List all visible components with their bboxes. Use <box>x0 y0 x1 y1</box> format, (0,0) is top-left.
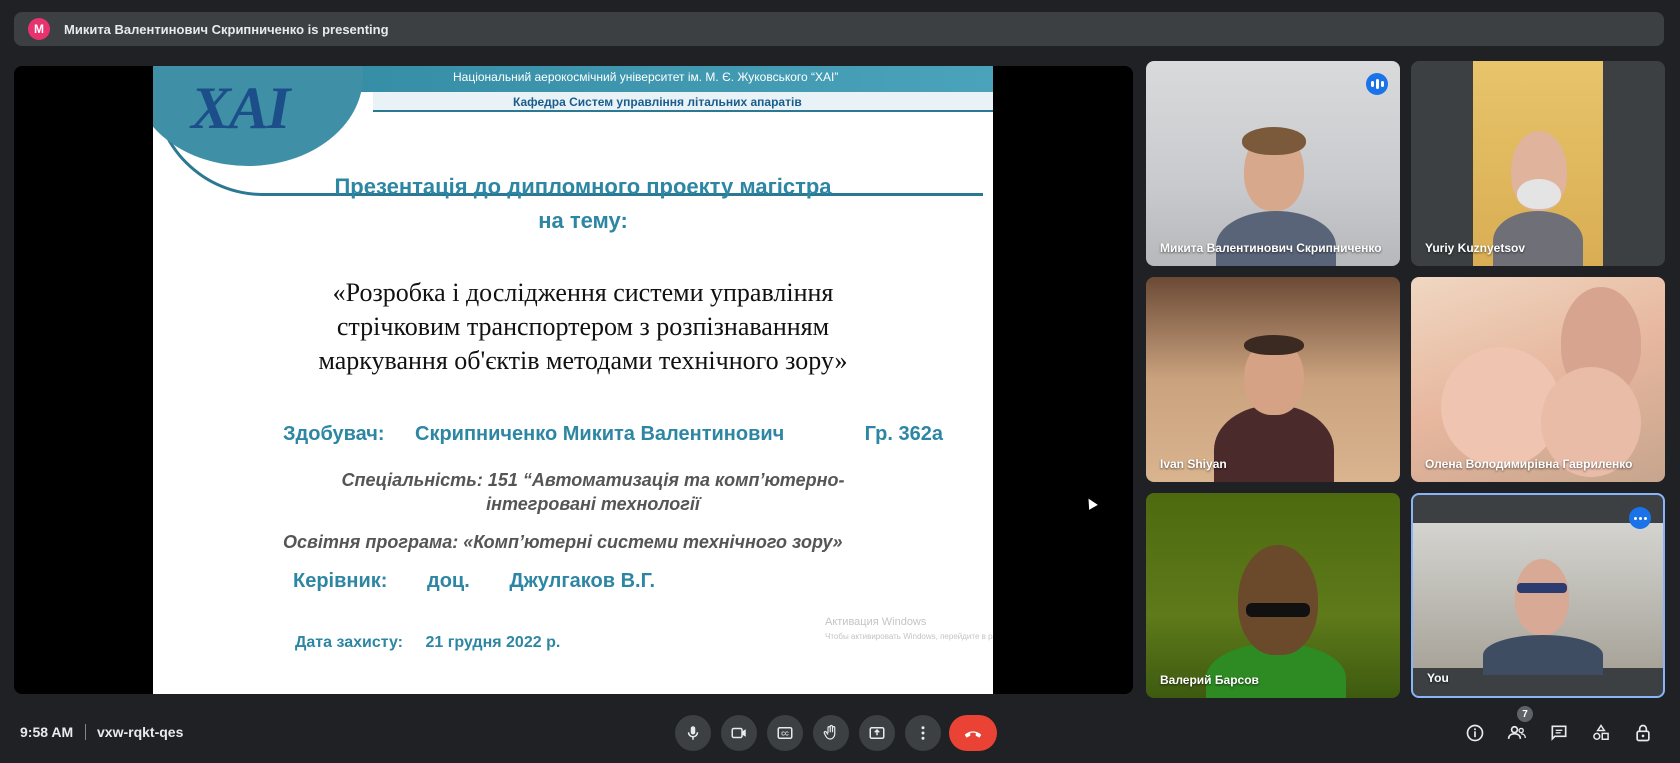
participant-name: Yuriy Kuznyetsov <box>1425 241 1526 255</box>
more-options-icon <box>921 726 925 740</box>
windows-activation-watermark: Активация Windows Чтобы активировать Win… <box>825 616 993 641</box>
author-group: Гр. 362а <box>864 423 943 445</box>
slide-title-line: Презентація до дипломного проекту магіст… <box>334 174 832 199</box>
slide-specialty: Спеціальність: 151 “Автоматизація та ком… <box>313 468 873 516</box>
participant-tile[interactable]: Микита Валентинович Скрипниченко <box>1146 61 1400 266</box>
author-name: Скрипниченко Микита Валентинович <box>415 423 785 445</box>
presenting-banner: M Микита Валентинович Скрипниченко is pr… <box>14 12 1664 46</box>
meet-window: M Микита Валентинович Скрипниченко is pr… <box>0 0 1680 763</box>
slide-defense-date: Дата захисту: 21 грудня 2022 р. <box>295 634 695 652</box>
participant-name: Микита Валентинович Скрипниченко <box>1160 241 1382 255</box>
raise-hand-button[interactable] <box>813 715 849 751</box>
participant-name: Ivan Shiyan <box>1160 457 1227 471</box>
people-count-badge: 7 <box>1517 706 1533 722</box>
more-options-icon[interactable] <box>1629 507 1651 529</box>
people-button[interactable] <box>1505 721 1529 745</box>
participant-body <box>1483 635 1603 675</box>
slide-title: Презентація до дипломного проекту магіст… <box>253 170 913 238</box>
participant-tile[interactable]: Валерий Барсов <box>1146 493 1400 698</box>
camera-icon <box>731 727 746 739</box>
watermark-title: Активация Windows <box>825 616 927 628</box>
svg-text:CC: CC <box>781 732 789 738</box>
slide-topic: «Розробка і дослідження системи управлін… <box>243 276 923 378</box>
slide-program: Освітня програма: «Комп’ютерні системи т… <box>283 532 843 552</box>
slide-topic-line: маркування об'єктів методами технічного … <box>318 346 848 375</box>
chat-button[interactable] <box>1547 721 1571 745</box>
author-label: Здобувач: <box>283 423 385 445</box>
participant-head <box>1238 545 1318 655</box>
advisor-label: Керівник: <box>293 570 388 592</box>
toolbar-divider <box>85 724 86 740</box>
presenter-avatar: M <box>28 18 50 40</box>
mic-button[interactable] <box>675 715 711 751</box>
advisor-title: доц. <box>427 570 470 592</box>
advisor-name: Джулгаков В.Г. <box>509 570 655 592</box>
specialty-line: Спеціальність: 151 “Автоматизація та ком… <box>341 470 845 490</box>
more-options-button[interactable] <box>905 715 941 751</box>
participant-hair <box>1242 127 1306 155</box>
clock: 9:58 AM <box>20 724 74 740</box>
presenting-text: Микита Валентинович Скрипниченко is pres… <box>64 21 389 37</box>
meeting-details-button[interactable] <box>1463 721 1487 745</box>
slide-advisor: Керівник: доц. Джулгаков В.Г. <box>293 570 793 593</box>
info-icon <box>1466 724 1484 742</box>
present-button[interactable] <box>859 715 895 751</box>
people-icon <box>1507 725 1526 739</box>
slide-topic-line: «Розробка і дослідження системи управлін… <box>332 278 834 307</box>
participant-glasses <box>1246 603 1310 617</box>
activities-icon <box>1593 724 1609 740</box>
present-icon <box>869 727 885 739</box>
speaking-indicator-icon <box>1366 73 1388 95</box>
participant-hair <box>1244 335 1304 355</box>
captions-button[interactable]: CC <box>767 715 803 751</box>
chat-icon <box>1551 725 1567 741</box>
host-controls-icon <box>1636 724 1650 742</box>
participant-tile[interactable]: Олена Володимирівна Гавриленко <box>1411 277 1665 482</box>
date-label: Дата захисту: <box>295 634 403 651</box>
participant-name: You <box>1427 671 1449 685</box>
participant-tile[interactable]: Ivan Shiyan <box>1146 277 1400 482</box>
leave-call-button[interactable] <box>949 715 997 751</box>
captions-icon: CC <box>777 727 793 739</box>
host-controls-button[interactable] <box>1631 721 1655 745</box>
participant-tile[interactable]: Yuriy Kuznyetsov <box>1411 61 1665 266</box>
slide-university-name: Національний аерокосмічний університет і… <box>453 70 839 84</box>
participant-name: Олена Володимирівна Гавриленко <box>1425 457 1633 471</box>
meeting-code: vxw-rqkt-qes <box>97 724 184 740</box>
participant-name: Валерий Барсов <box>1160 673 1259 687</box>
slide-title-line: на тему: <box>538 208 628 233</box>
raise-hand-icon <box>823 724 836 740</box>
hangup-icon <box>964 731 982 738</box>
date-value: 21 грудня 2022 р. <box>425 634 561 651</box>
presentation-slide: ХАІ Національний аерокосмічний університ… <box>153 66 993 694</box>
slide-author: Здобувач: Скрипниченко Микита Валентинов… <box>283 423 943 446</box>
slide-topic-line: стрічковим транспортером з розпізнавання… <box>336 312 830 341</box>
participant-tile-self[interactable]: You <box>1411 493 1665 698</box>
camera-button[interactable] <box>721 715 757 751</box>
university-logo: ХАІ <box>191 75 290 141</box>
mic-icon <box>687 726 699 740</box>
activities-button[interactable] <box>1589 721 1613 745</box>
participant-head <box>1515 559 1569 635</box>
participant-glasses <box>1517 583 1567 593</box>
specialty-line: інтегровані технології <box>486 494 700 514</box>
watermark-subtitle: Чтобы активировать Windows, перейдите в … <box>825 632 993 641</box>
participant-beard <box>1517 179 1561 209</box>
participant-body <box>1493 211 1583 266</box>
slide-department-name: Кафедра Систем управління літальних апар… <box>513 95 802 109</box>
presentation-area[interactable]: ХАІ Національний аерокосмічний університ… <box>14 66 1133 694</box>
